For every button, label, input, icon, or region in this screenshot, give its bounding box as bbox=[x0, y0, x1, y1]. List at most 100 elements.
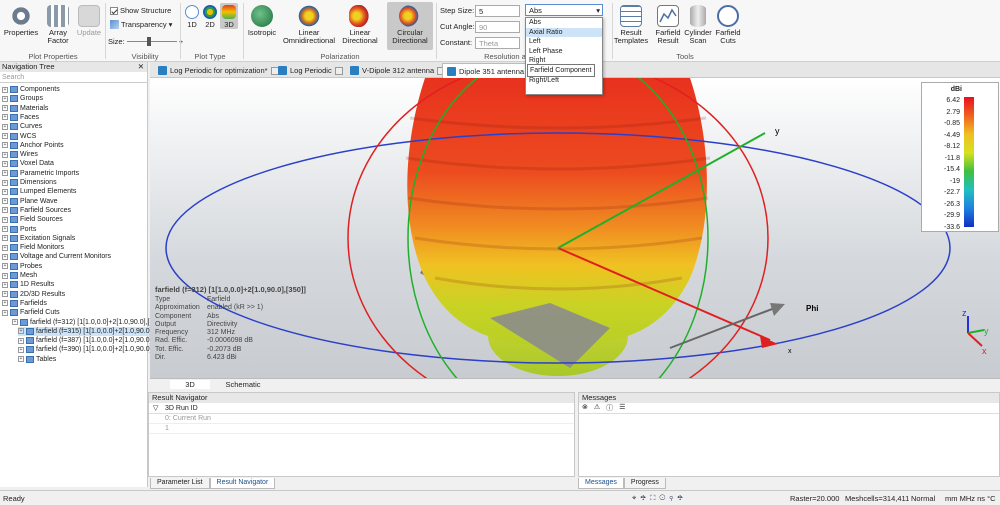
tree-item[interactable]: + farfield (f=315) [1[1.0,0.0]+2[1.0,90.0… bbox=[18, 326, 160, 336]
dropdown-option[interactable]: Axial Ratio bbox=[526, 27, 602, 38]
expand-icon[interactable]: + bbox=[2, 226, 8, 232]
expand-icon[interactable]: + bbox=[2, 95, 8, 102]
show-structure-checkbox[interactable]: Show Structure bbox=[110, 6, 171, 15]
tree-item[interactable]: + Groups bbox=[2, 94, 43, 103]
tab-log-periodic-optimization[interactable]: Log Periodic for optimization* bbox=[154, 63, 283, 78]
cylinder-scan-button[interactable]: Cylinder Scan bbox=[684, 5, 712, 45]
expand-icon[interactable]: + bbox=[2, 170, 8, 177]
expand-icon[interactable]: + bbox=[2, 281, 8, 288]
result-templates-button[interactable]: Result Templates bbox=[614, 5, 648, 45]
tree-item[interactable]: + Field Sources bbox=[2, 215, 63, 224]
tree-item[interactable]: + Field Monitors bbox=[2, 243, 64, 252]
tree-item[interactable]: + Anchor Points bbox=[2, 141, 64, 150]
expand-icon[interactable]: + bbox=[2, 105, 8, 112]
expand-icon[interactable]: + bbox=[2, 207, 8, 214]
tree-item[interactable]: + Ports bbox=[2, 225, 36, 234]
tree-item[interactable]: + WCS bbox=[2, 132, 36, 141]
plot-3d-button[interactable]: 3D bbox=[220, 3, 238, 29]
slider-thumb[interactable] bbox=[146, 37, 151, 46]
linear-omnidirectional-button[interactable]: Linear Omnidirectional bbox=[283, 5, 335, 45]
tree-item[interactable]: + Wires bbox=[2, 150, 38, 159]
filter-icon[interactable]: ▽ bbox=[153, 403, 158, 414]
tree-item[interactable]: + Voxel Data bbox=[2, 159, 54, 168]
tree-item[interactable]: + Probes bbox=[2, 262, 42, 271]
expand-icon[interactable]: + bbox=[2, 216, 8, 223]
tree-item[interactable]: + Parametric Imports bbox=[2, 169, 79, 178]
size-slider[interactable]: Size:+ bbox=[108, 37, 183, 46]
expand-icon[interactable]: + bbox=[2, 114, 8, 121]
tree-item[interactable]: + Excitation Signals bbox=[2, 234, 75, 243]
expand-icon[interactable]: + bbox=[18, 328, 24, 335]
expand-icon[interactable]: + bbox=[12, 319, 18, 325]
expand-icon[interactable]: + bbox=[18, 356, 24, 363]
step-size-input[interactable]: 5 bbox=[475, 5, 520, 17]
farfield-result-button[interactable]: Farfield Result bbox=[652, 5, 684, 45]
expand-icon[interactable]: + bbox=[2, 244, 8, 251]
circular-directional-button[interactable]: Circular Directional bbox=[387, 2, 433, 50]
dropdown-option[interactable]: Left bbox=[526, 37, 602, 47]
expand-icon[interactable]: + bbox=[18, 337, 24, 344]
result-row-1[interactable]: 1 bbox=[149, 424, 574, 434]
dropdown-option[interactable]: Right/Left bbox=[526, 76, 602, 86]
close-icon[interactable] bbox=[334, 66, 343, 75]
tab-v-dipole[interactable]: V-Dipole 312 antenna bbox=[346, 63, 449, 78]
expand-icon[interactable]: + bbox=[2, 133, 8, 139]
update-button[interactable]: Update bbox=[76, 5, 102, 37]
tree-item[interactable]: + farfield (f=387) [1[1.0,0.0]+2[1.0,90.0… bbox=[18, 336, 159, 345]
tree-item[interactable]: + Curves bbox=[2, 122, 42, 131]
cut-angle-input[interactable]: 90 bbox=[475, 21, 520, 33]
tree-item[interactable]: + Farfields bbox=[2, 299, 47, 308]
tab-result-navigator[interactable]: Result Navigator bbox=[209, 478, 276, 489]
tree-item[interactable]: + Voltage and Current Monitors bbox=[2, 252, 111, 261]
expand-icon[interactable]: + bbox=[2, 198, 8, 205]
tree-item[interactable]: + Materials bbox=[2, 104, 48, 113]
expand-icon[interactable]: + bbox=[2, 188, 8, 195]
expand-icon[interactable]: + bbox=[2, 253, 8, 260]
tree-item[interactable]: + farfield (f=390) [1[1.0,0.0]+2[1.0,90.0… bbox=[18, 345, 159, 354]
plot-2d-button[interactable]: 2D bbox=[202, 5, 218, 29]
status-tool-icons[interactable]: ⌖✥⛶☉⚲✥ bbox=[632, 493, 687, 503]
close-icon[interactable]: ✕ bbox=[138, 62, 144, 72]
tree-item[interactable]: + Dimensions bbox=[2, 178, 57, 187]
expand-icon[interactable]: + bbox=[2, 179, 8, 186]
tree-item[interactable]: + Lumped Elements bbox=[2, 187, 76, 196]
expand-icon[interactable]: + bbox=[2, 309, 8, 316]
expand-icon[interactable]: + bbox=[2, 151, 8, 158]
expand-icon[interactable]: + bbox=[2, 142, 8, 149]
linear-directional-button[interactable]: Linear Directional bbox=[340, 5, 380, 45]
tree-item[interactable]: + Plane Wave bbox=[2, 197, 57, 206]
tree-item[interactable]: + Tables bbox=[18, 355, 56, 364]
dropdown-option[interactable]: Abs bbox=[526, 18, 602, 28]
tab-log-periodic[interactable]: Log Periodic bbox=[274, 63, 347, 78]
tab-messages[interactable]: Messages bbox=[578, 478, 624, 489]
tab-progress[interactable]: Progress bbox=[623, 478, 666, 489]
clear-icon[interactable]: ☰ bbox=[619, 403, 625, 413]
tree-item[interactable]: + Farfield Cuts bbox=[2, 308, 60, 317]
farfield-cuts-button[interactable]: Farfield Cuts bbox=[714, 5, 742, 45]
tree-item[interactable]: +1D Results bbox=[2, 280, 54, 289]
tree-item[interactable]: +2D/3D Results bbox=[2, 290, 65, 299]
result-row-current[interactable]: 0: Current Run bbox=[149, 414, 574, 424]
tab-dipole-351[interactable]: Dipole 351 antenna v bbox=[442, 63, 535, 78]
tree-item[interactable]: + Farfield Sources bbox=[2, 206, 71, 215]
expand-icon[interactable]: + bbox=[2, 160, 8, 167]
expand-icon[interactable]: + bbox=[2, 263, 8, 270]
isotropic-button[interactable]: Isotropic bbox=[246, 5, 278, 37]
tree-item[interactable]: + Faces bbox=[2, 113, 39, 122]
tree-item[interactable]: + farfield (f=312) [1[1.0,0.0]+2[1.0,90.0… bbox=[12, 318, 153, 327]
tree-item[interactable]: + Mesh bbox=[2, 271, 37, 280]
constant-select[interactable]: Theta bbox=[475, 37, 520, 49]
error-icon[interactable]: ⊗ bbox=[582, 403, 588, 413]
expand-icon[interactable]: + bbox=[2, 235, 8, 242]
info-icon[interactable]: ⓘ bbox=[606, 403, 613, 413]
tab-3d[interactable]: 3D bbox=[170, 380, 210, 389]
array-factor-button[interactable]: Array Factor bbox=[42, 5, 74, 45]
tab-parameter-list[interactable]: Parameter List bbox=[150, 478, 210, 489]
tab-schematic[interactable]: Schematic bbox=[218, 380, 268, 389]
expand-icon[interactable]: + bbox=[2, 86, 8, 93]
tree-item[interactable]: + Components bbox=[2, 85, 60, 94]
expand-icon[interactable]: + bbox=[18, 346, 24, 353]
nav-search-input[interactable]: Search bbox=[0, 72, 147, 83]
properties-button[interactable]: Properties bbox=[4, 5, 38, 37]
component-select[interactable]: Abs ▾ bbox=[525, 4, 603, 16]
